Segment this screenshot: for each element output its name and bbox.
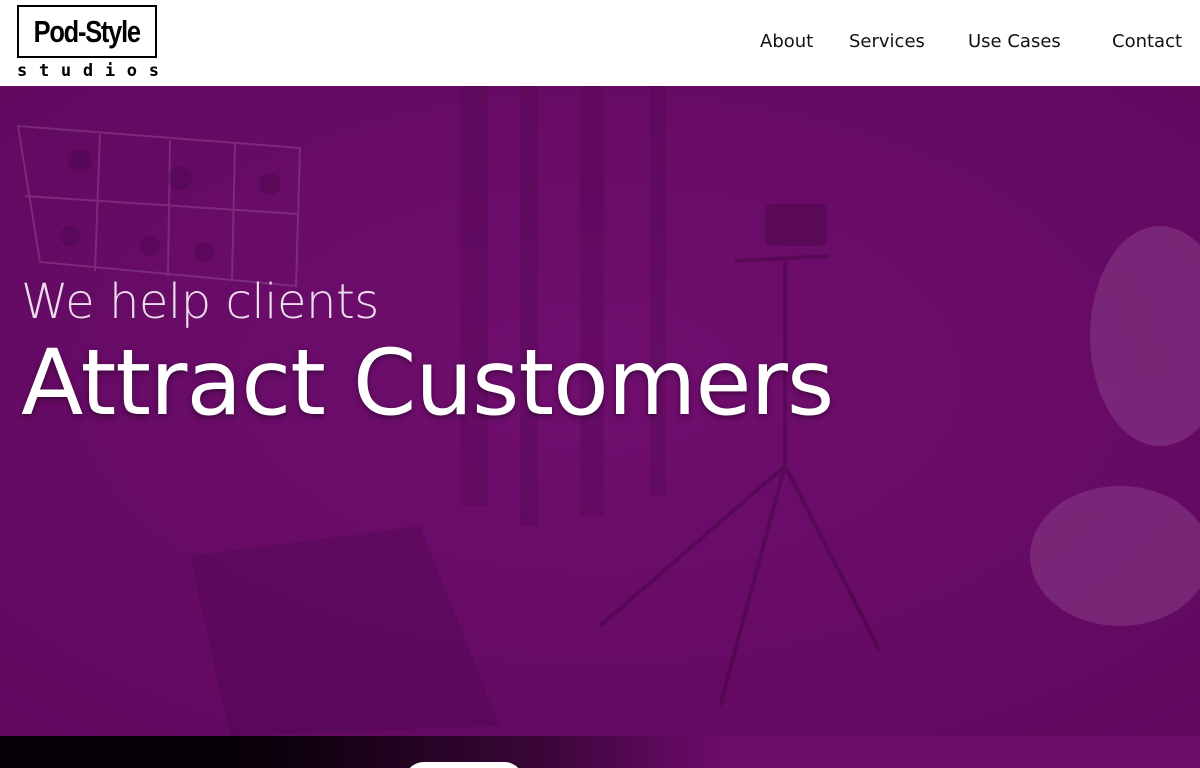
hero-section: We help clients Attract Customers <box>0 86 1200 736</box>
logo-tagline-letter: s <box>17 61 28 81</box>
nav-contact[interactable]: Contact <box>1112 31 1182 52</box>
logo-tagline-letter: i <box>104 61 116 81</box>
next-section-card-edge <box>404 762 524 768</box>
logo-tagline-letter: o <box>126 61 138 81</box>
hero-subtitle: We help clients <box>21 274 379 330</box>
logo-tagline-letter: s <box>148 61 159 81</box>
logo-tagline-letter: u <box>60 61 72 81</box>
hero-title: Attract Customers <box>21 331 834 436</box>
site-header: Pod-Style s t u d i o s About Services U… <box>0 0 1200 86</box>
logo-tagline-letter: t <box>38 61 50 81</box>
logo-tagline: s t u d i o s <box>17 61 159 81</box>
nav-about[interactable]: About <box>760 31 813 52</box>
logo-tagline-letter: d <box>82 61 94 81</box>
nav-use-cases[interactable]: Use Cases <box>968 31 1061 52</box>
next-section-strip <box>0 736 1200 768</box>
main-nav: About Services Use Cases Contact <box>0 31 1200 57</box>
nav-services[interactable]: Services <box>849 31 925 52</box>
